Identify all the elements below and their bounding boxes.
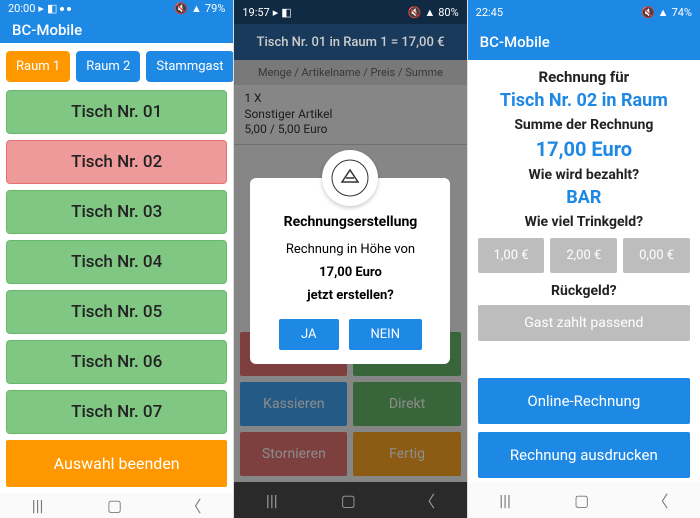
wifi-icon: ▲	[191, 2, 202, 15]
tip-button[interactable]: 1,00 €	[478, 238, 545, 273]
nav-bar: ||| ▢ 〈	[0, 493, 233, 518]
table-header: Tisch Nr. 01 in Raum 1 = 17,00 €	[234, 24, 466, 60]
end-selection-button[interactable]: Auswahl beenden	[6, 440, 227, 487]
wifi-icon: ▲	[658, 6, 669, 19]
nav-home-icon[interactable]: ▢	[341, 491, 356, 510]
sum-value: 17,00 Euro	[478, 137, 690, 161]
dialog-amount: 17,00 Euro	[262, 265, 438, 280]
battery-icon: 80%	[438, 6, 458, 19]
logo-icon	[322, 150, 378, 206]
status-icon: ◧	[47, 2, 57, 15]
pay-how-label: Wie wird bezahlt?	[478, 167, 690, 183]
bill-for-label: Rechnung für	[478, 68, 690, 86]
change-label: Rückgeld?	[478, 283, 690, 299]
battery-icon: 79%	[205, 2, 225, 15]
nav-bar: ||| ▢ 〈	[234, 482, 466, 518]
status-icon: ▸	[273, 6, 279, 19]
nav-back-icon[interactable]: 〈	[652, 488, 668, 512]
sum-label: Summe der Rechnung	[478, 117, 690, 133]
app-bar: BC-Mobile	[0, 17, 233, 43]
nav-recent-icon[interactable]: |||	[499, 491, 511, 510]
table-button[interactable]: Tisch Nr. 02	[6, 140, 227, 184]
nav-back-icon[interactable]: 〈	[186, 493, 202, 517]
bill-dialog: Rechnungserstellung Rechnung in Höhe von…	[250, 178, 450, 364]
print-bill-button[interactable]: Rechnung ausdrucken	[478, 432, 690, 478]
status-dot	[60, 7, 64, 11]
app-title: BC-Mobile	[12, 21, 82, 39]
nav-back-icon[interactable]: 〈	[419, 488, 435, 512]
battery-icon: 74%	[672, 6, 692, 19]
status-time: 20:00	[8, 2, 35, 15]
status-time: 22:45	[476, 6, 503, 19]
status-icon: ◧	[281, 6, 291, 19]
table-button[interactable]: Tisch Nr. 07	[6, 390, 227, 434]
table-button[interactable]: Tisch Nr. 04	[6, 240, 227, 284]
modal-overlay[interactable]: Rechnungserstellung Rechnung in Höhe von…	[234, 60, 466, 482]
status-time: 19:57	[242, 6, 269, 19]
dialog-text: Rechnung in Höhe von	[262, 242, 438, 257]
pay-method[interactable]: BAR	[478, 187, 690, 208]
room-tabs: Raum 1 Raum 2 Stammgast	[0, 43, 233, 90]
exact-pay-button[interactable]: Gast zahlt passend	[478, 305, 690, 341]
screen-order: 19:57 ▸ ◧ 🔇 ▲ 80% Tisch Nr. 01 in Raum 1…	[233, 0, 466, 518]
bill-table: Tisch Nr. 02 in Raum	[478, 90, 690, 111]
app-title: BC-Mobile	[480, 33, 550, 51]
table-list: Tisch Nr. 01 Tisch Nr. 02 Tisch Nr. 03 T…	[0, 90, 233, 434]
wifi-icon: ▲	[424, 6, 435, 19]
tip-label: Wie viel Trinkgeld?	[478, 214, 690, 230]
mute-icon: 🔇	[174, 2, 188, 15]
dialog-text: jetzt erstellen?	[262, 288, 438, 303]
table-button[interactable]: Tisch Nr. 03	[6, 190, 227, 234]
mute-icon: 🔇	[408, 6, 422, 19]
nav-bar: ||| ▢ 〈	[468, 482, 700, 518]
tip-button[interactable]: 0,00 €	[623, 238, 690, 273]
room-tab-1[interactable]: Raum 1	[6, 51, 70, 82]
room-tab-2[interactable]: Raum 2	[76, 51, 140, 82]
screen-payment: 22:45 🔇 ▲ 74% BC-Mobile Rechnung für Tis…	[467, 0, 700, 518]
nav-recent-icon[interactable]: |||	[266, 491, 278, 510]
mute-icon: 🔇	[641, 6, 655, 19]
dialog-title: Rechnungserstellung	[262, 214, 438, 230]
status-bar: 20:00 ▸ ◧ 🔇 ▲ 79%	[0, 0, 233, 17]
status-icon: ▸	[38, 2, 44, 15]
status-bar: 19:57 ▸ ◧ 🔇 ▲ 80%	[234, 0, 466, 24]
room-tab-regular[interactable]: Stammgast	[146, 51, 233, 82]
screen-tables: 20:00 ▸ ◧ 🔇 ▲ 79% BC-Mobile Raum 1 Raum …	[0, 0, 233, 518]
table-button[interactable]: Tisch Nr. 05	[6, 290, 227, 334]
nav-recent-icon[interactable]: |||	[32, 496, 44, 515]
nav-home-icon[interactable]: ▢	[107, 496, 122, 515]
online-bill-button[interactable]: Online-Rechnung	[478, 378, 690, 424]
nav-home-icon[interactable]: ▢	[574, 491, 589, 510]
table-button[interactable]: Tisch Nr. 06	[6, 340, 227, 384]
app-bar: BC-Mobile	[468, 24, 700, 60]
tip-button[interactable]: 2,00 €	[550, 238, 617, 273]
no-button[interactable]: NEIN	[349, 319, 422, 350]
status-dot	[67, 7, 71, 11]
status-bar: 22:45 🔇 ▲ 74%	[468, 0, 700, 24]
table-button[interactable]: Tisch Nr. 01	[6, 90, 227, 134]
yes-button[interactable]: JA	[279, 319, 339, 350]
